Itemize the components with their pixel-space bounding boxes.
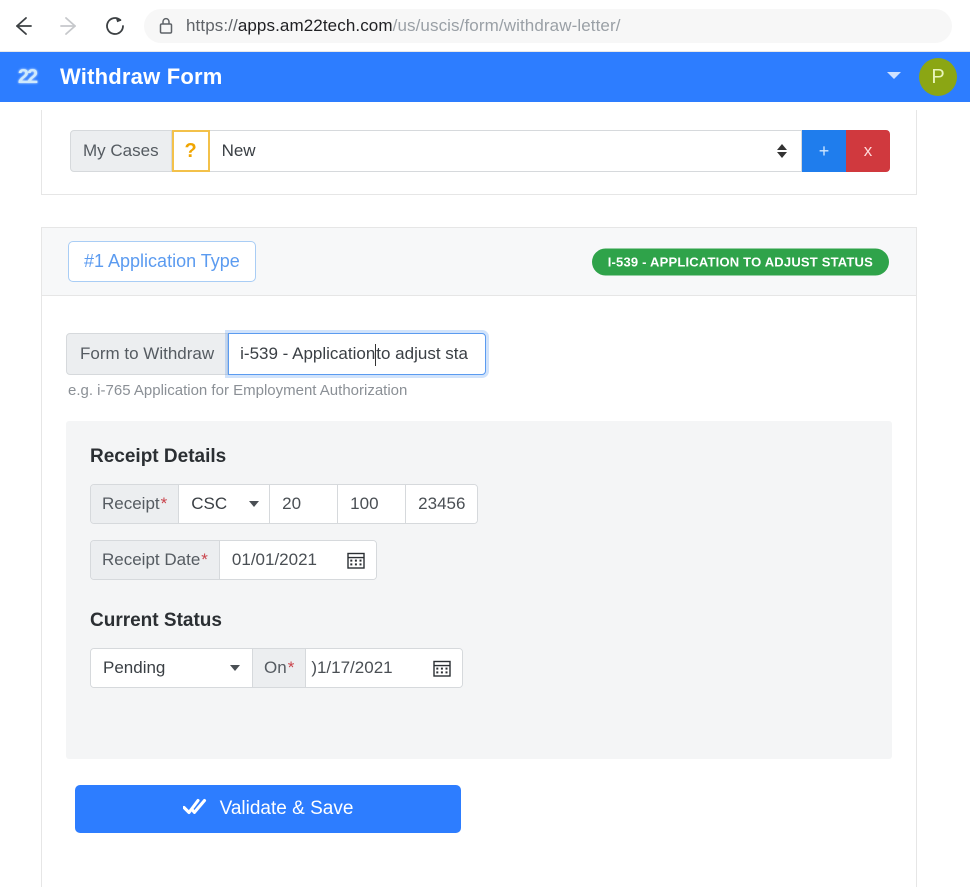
status-select[interactable]: Pending: [91, 649, 253, 687]
browser-toolbar: https://apps.am22tech.com/us/uscis/form/…: [0, 0, 970, 52]
back-button[interactable]: [0, 3, 46, 49]
receipt-details-heading: Receipt Details: [90, 446, 227, 467]
arrow-left-icon: [10, 13, 36, 39]
app-logo[interactable]: 22: [10, 65, 44, 89]
chevron-down-icon: [230, 665, 240, 671]
form-to-withdraw-value-start: i-539 - Application: [240, 344, 376, 363]
app-header: 22 Withdraw Form P: [0, 52, 970, 102]
receipt-date-row: Receipt Date * 01/01/2021: [90, 540, 377, 580]
form-to-withdraw-input[interactable]: i-539 - Application to adjust sta: [228, 333, 487, 375]
required-asterisk: *: [287, 658, 295, 677]
receipt-date-label: Receipt Date *: [91, 541, 220, 579]
form-to-withdraw-value-end: to adjust sta: [376, 344, 468, 363]
help-button[interactable]: ?: [171, 130, 210, 172]
service-center-select[interactable]: CSC: [179, 485, 271, 523]
card-body: Form to Withdraw i-539 - Application to …: [42, 296, 916, 887]
chevron-down-icon: [886, 68, 902, 86]
calendar-icon[interactable]: [432, 658, 452, 678]
receipt-date-label-text: Receipt Date: [102, 550, 201, 569]
on-label-text: On: [264, 658, 287, 677]
validate-and-save-button[interactable]: Validate & Save: [75, 785, 461, 833]
validate-and-save-label: Validate & Save: [219, 798, 354, 819]
required-asterisk: *: [201, 550, 208, 569]
delete-case-button[interactable]: x: [846, 130, 890, 172]
status-badge: I-539 - APPLICATION TO ADJUST STATUS: [591, 248, 889, 275]
actions-bar: Validate & Save: [75, 785, 461, 833]
status-select-value: Pending: [103, 658, 166, 677]
double-check-icon: [182, 797, 207, 822]
reload-button[interactable]: [92, 3, 138, 49]
card-header: #1 Application Type I-539 - APPLICATION …: [42, 228, 916, 296]
step-application-type-button[interactable]: #1 Application Type: [68, 241, 256, 282]
form-to-withdraw-label: Form to Withdraw: [66, 333, 229, 375]
case-select-value: New: [221, 141, 256, 160]
case-select[interactable]: New: [209, 130, 802, 172]
receipt-panel: Receipt Details Receipt * CSC 20 100 2345…: [66, 421, 892, 759]
chevron-down-icon: [249, 501, 260, 507]
my-cases-label: My Cases: [70, 130, 172, 172]
receipt-label-text: Receipt: [102, 494, 160, 513]
avatar[interactable]: P: [919, 58, 957, 96]
service-center-value: CSC: [191, 494, 228, 513]
arrow-right-icon: [56, 13, 82, 39]
calendar-icon[interactable]: [346, 550, 366, 570]
receipt-date-input[interactable]: 01/01/2021: [219, 541, 376, 579]
forward-button[interactable]: [46, 3, 92, 49]
my-cases-card: My Cases ? New + x: [41, 110, 917, 195]
address-bar-url: https://apps.am22tech.com/us/uscis/form/…: [186, 16, 621, 36]
url-scheme: https://: [186, 15, 238, 35]
current-status-row: Pending On * )1/17/2021: [90, 648, 464, 688]
page-content: My Cases ? New + x #1 Application Type I…: [0, 102, 970, 896]
text-cursor: [375, 344, 377, 366]
reload-icon: [102, 13, 128, 39]
status-date-input[interactable]: )1/17/2021: [306, 649, 463, 687]
url-path: /us/uscis/form/withdraw-letter/: [392, 15, 621, 35]
required-asterisk: *: [160, 494, 168, 513]
my-cases-input-group: My Cases ? New + x: [70, 130, 890, 172]
address-bar[interactable]: https://apps.am22tech.com/us/uscis/form/…: [144, 8, 952, 43]
url-domain: apps.am22tech.com: [237, 15, 393, 35]
case-number-input[interactable]: 23456: [406, 485, 478, 523]
receipt-date-value: 01/01/2021: [231, 550, 317, 569]
add-case-button[interactable]: +: [802, 130, 846, 172]
receipt-label: Receipt *: [91, 485, 180, 523]
page-title: Withdraw Form: [60, 64, 223, 89]
fiscal-year-input[interactable]: 20: [270, 485, 339, 523]
up-down-arrows-icon: [777, 144, 787, 158]
lock-icon: [158, 16, 174, 35]
receipt-number-row: Receipt * CSC 20 100 23456: [90, 484, 479, 524]
current-status-heading: Current Status: [90, 610, 222, 631]
header-menu-button[interactable]: [881, 64, 907, 90]
on-label: On *: [253, 649, 307, 687]
status-date-value: )1/17/2021: [311, 658, 393, 677]
form-to-withdraw-hint: e.g. i-765 Application for Employment Au…: [68, 382, 408, 399]
form-to-withdraw-group: Form to Withdraw i-539 - Application to …: [66, 333, 487, 375]
application-type-card: #1 Application Type I-539 - APPLICATION …: [41, 227, 917, 887]
computer-code-input[interactable]: 100: [338, 485, 407, 523]
